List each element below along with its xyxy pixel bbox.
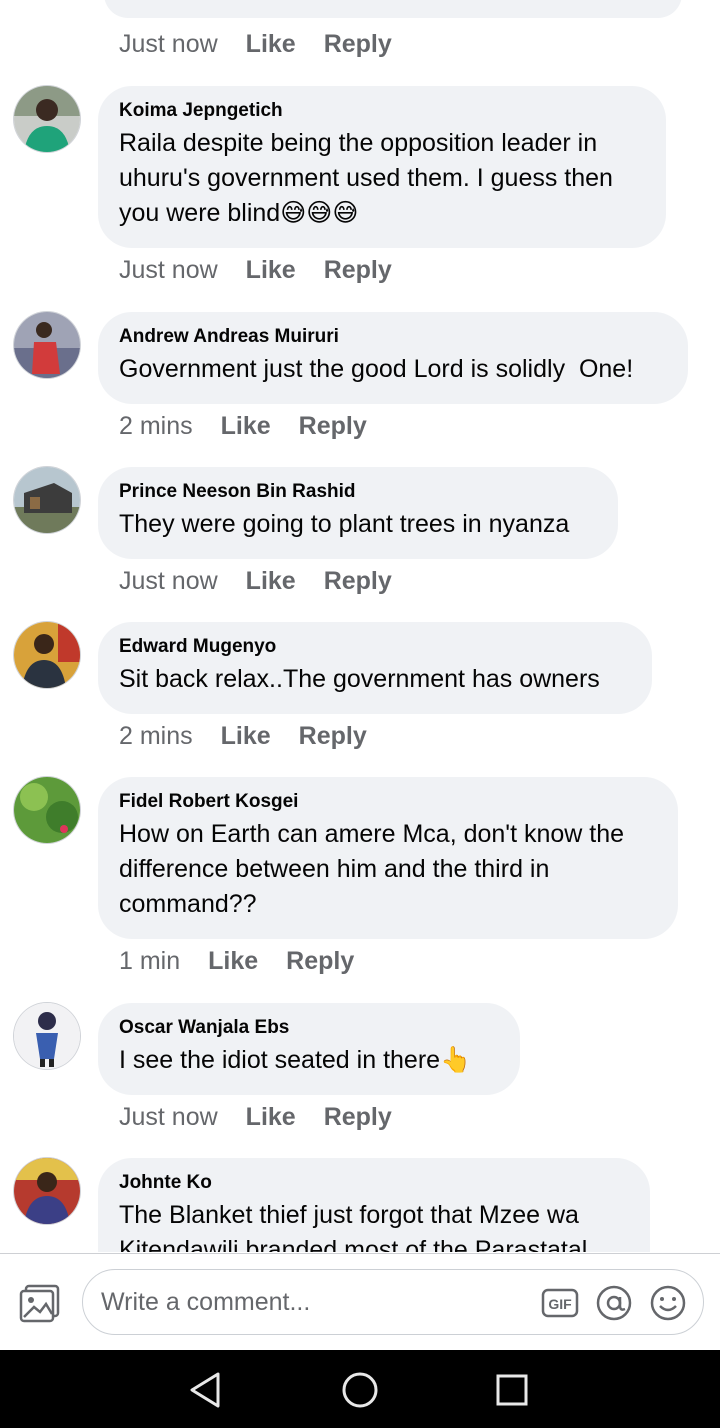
comment-text: The Blanket thief just forgot that Mzee …: [119, 1201, 588, 1252]
avatar[interactable]: [14, 1003, 80, 1069]
smiley-icon[interactable]: [649, 1284, 687, 1322]
avatar[interactable]: [14, 622, 80, 688]
comment-time: 2 mins: [119, 722, 193, 750]
comment-text: I see the idiot seated in there👆: [119, 1046, 472, 1074]
comment-time: Just now: [119, 30, 218, 58]
photo-icon[interactable]: [18, 1284, 62, 1324]
comment-time: 1 min: [119, 947, 181, 975]
like-button[interactable]: Like: [246, 1103, 296, 1131]
comment-input[interactable]: Write a comment... GIF: [82, 1269, 704, 1335]
comment-text: Raila despite being the opposition leade…: [119, 129, 620, 227]
comment-bubble[interactable]: Prince Neeson Bin Rashid They were going…: [98, 467, 618, 559]
reply-button[interactable]: Reply: [286, 947, 354, 975]
comment-text: They were going to plant trees in nyanza: [119, 510, 570, 538]
comment-bubble[interactable]: Fidel Robert Kosgei How on Earth can ame…: [98, 777, 678, 939]
comment-input-placeholder: Write a comment...: [101, 1288, 311, 1316]
system-nav-bar: [0, 1350, 720, 1428]
reply-button[interactable]: Reply: [324, 1103, 392, 1131]
like-button[interactable]: Like: [246, 30, 296, 58]
comment-bubble[interactable]: Johnte Ko The Blanket thief just forgot …: [98, 1158, 650, 1252]
comment-time: Just now: [119, 567, 218, 595]
avatar[interactable]: [14, 467, 80, 533]
reply-button[interactable]: Reply: [324, 30, 392, 58]
avatar[interactable]: [14, 312, 80, 378]
comment-author[interactable]: Fidel Robert Kosgei: [119, 791, 657, 813]
comment-text: How on Earth can amere Mca, don't know t…: [119, 820, 631, 918]
comment-actions: 2 mins Like Reply: [119, 412, 395, 441]
avatar[interactable]: [14, 777, 80, 843]
comment-author[interactable]: Johnte Ko: [119, 1172, 629, 1194]
like-button[interactable]: Like: [221, 722, 271, 750]
comment-actions: 1 min Like Reply: [119, 947, 382, 976]
back-triangle-icon[interactable]: [186, 1370, 226, 1410]
comment-bubble[interactable]: Edward Mugenyo Sit back relax..The gover…: [98, 622, 652, 714]
gif-icon[interactable]: GIF: [541, 1284, 579, 1322]
like-button[interactable]: Like: [221, 412, 271, 440]
comment-actions: Just now Like Reply: [119, 30, 420, 59]
reply-button[interactable]: Reply: [299, 412, 367, 440]
like-button[interactable]: Like: [246, 256, 296, 284]
comment-text: Sit back relax..The government has owner…: [119, 665, 600, 693]
reply-button[interactable]: Reply: [324, 256, 392, 284]
like-button[interactable]: Like: [208, 947, 258, 975]
comment-feed[interactable]: Just now Like Reply Koima Jepngetich Raila…: [0, 0, 720, 1252]
gif-label: GIF: [548, 1296, 572, 1312]
comment-author[interactable]: Andrew Andreas Muiruri: [119, 326, 667, 348]
comment-time: 2 mins: [119, 412, 193, 440]
partial-comment-bubble: [104, 0, 682, 18]
avatar[interactable]: [14, 86, 80, 152]
comment-time: Just now: [119, 1103, 218, 1131]
comment-bubble[interactable]: Andrew Andreas Muiruri Government just t…: [98, 312, 688, 404]
comment-text: Government just the good Lord is solidly…: [119, 355, 634, 383]
avatar[interactable]: [14, 1158, 80, 1224]
comment-author[interactable]: Edward Mugenyo: [119, 636, 631, 658]
comment-bubble[interactable]: Oscar Wanjala Ebs I see the idiot seated…: [98, 1003, 520, 1095]
comment-actions: 2 mins Like Reply: [119, 722, 395, 751]
reply-button[interactable]: Reply: [299, 722, 367, 750]
comment-actions: Just now Like Reply: [119, 1103, 420, 1132]
reply-button[interactable]: Reply: [324, 567, 392, 595]
pointing-up-emoji-icon: 👆: [440, 1046, 472, 1074]
comment-actions: Just now Like Reply: [119, 256, 420, 285]
comment-composer: Write a comment... GIF: [0, 1253, 720, 1351]
like-button[interactable]: Like: [246, 567, 296, 595]
comment-author[interactable]: Oscar Wanjala Ebs: [119, 1017, 499, 1039]
home-circle-icon[interactable]: [340, 1370, 380, 1410]
at-sign-icon[interactable]: [595, 1284, 633, 1322]
comment-actions: Just now Like Reply: [119, 567, 420, 596]
comment-time: Just now: [119, 256, 218, 284]
comment-bubble[interactable]: Koima Jepngetich Raila despite being the…: [98, 86, 666, 248]
comment-author[interactable]: Koima Jepngetich: [119, 100, 645, 122]
sweat-smile-emoji-icon: 😅😅😅: [280, 199, 359, 227]
comment-author[interactable]: Prince Neeson Bin Rashid: [119, 481, 597, 503]
recents-square-icon[interactable]: [492, 1370, 532, 1410]
